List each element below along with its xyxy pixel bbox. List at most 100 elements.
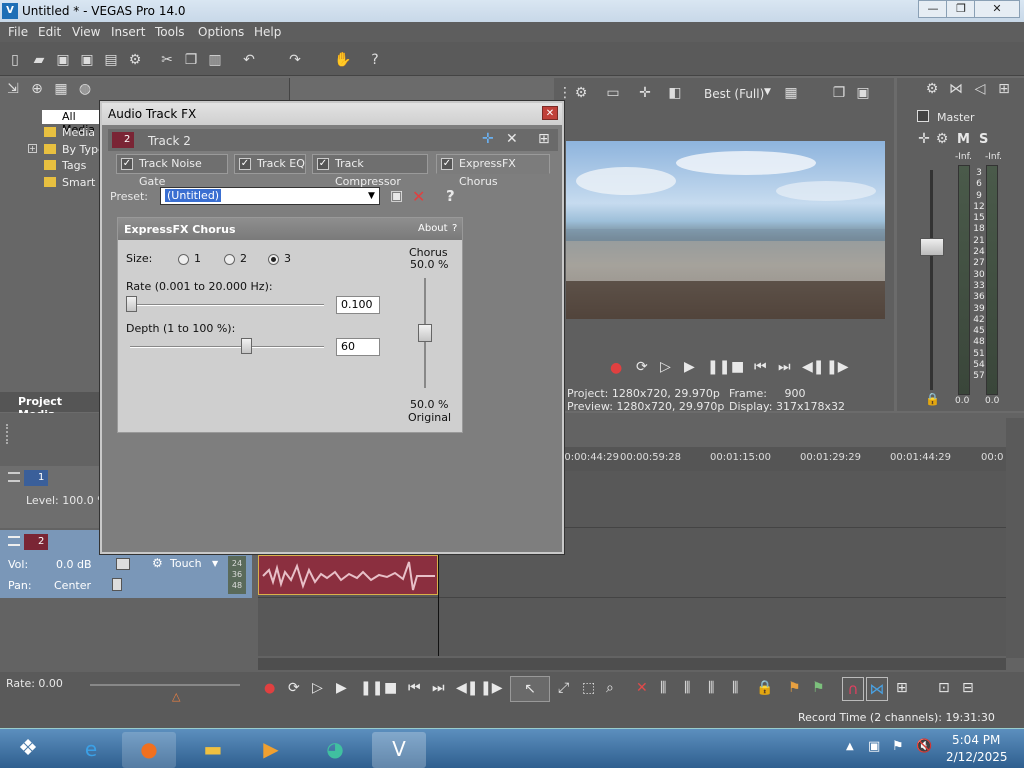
rate-slider[interactable] [90, 684, 240, 686]
checkbox-icon[interactable]: ✓ [317, 158, 329, 170]
save-snapshot-icon[interactable]: ▣ [854, 84, 872, 102]
menu-help[interactable]: Help [254, 25, 281, 39]
ignore-grouping-icon[interactable]: ⊟ [962, 680, 974, 696]
chain-tab-expressfx-chorus[interactable]: ✓ ExpressFX Chorus [436, 154, 550, 188]
fx-chain-icon[interactable]: ✛ [482, 131, 494, 147]
transport-pause-icon[interactable]: ❚❚ [360, 680, 383, 696]
pause-icon[interactable]: ❚❚ [707, 359, 730, 375]
downmix-icon[interactable]: ⋈ [947, 80, 965, 98]
properties-gear-icon[interactable]: ⚙ [126, 51, 144, 69]
ripple-edit-icon[interactable]: ⊞ [896, 680, 908, 696]
mix-slider-thumb[interactable] [418, 324, 432, 342]
track-menu-icon[interactable] [8, 536, 20, 546]
action-center-flag-icon[interactable]: ⚑ [892, 739, 904, 754]
stop-icon[interactable]: ■ [731, 359, 744, 375]
vertical-scrollbar[interactable] [1006, 418, 1024, 658]
transport-go-to-end-icon[interactable]: ⏭ [432, 680, 445, 696]
master-settings-gear-icon[interactable]: ⚙ [923, 80, 941, 98]
track-menu-icon[interactable] [8, 472, 20, 482]
start-button-windows-icon[interactable]: ❖ [4, 732, 52, 768]
go-to-end-icon[interactable]: ⏭ [778, 359, 791, 375]
trim-end-icon[interactable]: ⫼ [708, 680, 714, 696]
preset-dropdown-icon[interactable]: ▼ [368, 191, 375, 201]
transport-previous-frame-icon[interactable]: ◀❚ [456, 680, 479, 696]
depth-slider-thumb[interactable] [241, 338, 253, 354]
maximize-button[interactable]: ❐ [946, 0, 976, 18]
capture-icon[interactable]: ⊕ [28, 80, 46, 98]
split-icon[interactable]: ⫼ [732, 680, 738, 696]
trim-icon[interactable]: ⫼ [660, 680, 666, 696]
play-from-start-icon[interactable]: ▷ [660, 359, 671, 375]
marker-icon[interactable]: ⚑ [788, 680, 801, 696]
trim-start-icon[interactable]: ⫼ [684, 680, 690, 696]
menu-view[interactable]: View [72, 25, 100, 39]
preview-quality-select[interactable]: Best (Full) [704, 87, 764, 101]
rate-value-input[interactable]: 0.100 [336, 296, 380, 314]
import-icon[interactable]: ⇲ [4, 80, 22, 98]
delete-preset-icon[interactable]: ✕ [412, 187, 425, 206]
preview-settings-gear-icon[interactable]: ⚙ [572, 84, 590, 102]
network-icon[interactable]: ▣ [868, 739, 880, 754]
transport-next-frame-icon[interactable]: ❚▶ [480, 680, 503, 696]
master-fx-icon[interactable]: ✛ [915, 130, 933, 148]
volume-slider[interactable] [116, 558, 130, 570]
previous-frame-icon[interactable]: ◀❚ [802, 359, 825, 375]
master-automation-gear-icon[interactable]: ⚙ [933, 130, 951, 148]
render-icon[interactable]: ▤ [102, 51, 120, 69]
minimize-button[interactable]: — [918, 0, 948, 18]
new-icon[interactable]: ▯ [6, 51, 24, 69]
menu-insert[interactable]: Insert [111, 25, 145, 39]
checkbox-icon[interactable]: ✓ [239, 158, 251, 170]
chain-tab-noise-gate[interactable]: ✓ Track Noise Gate [116, 154, 228, 188]
preview-fx-icon[interactable]: ◧ [666, 84, 684, 102]
about-button[interactable]: About [418, 223, 448, 234]
menu-tools[interactable]: Tools [155, 25, 185, 39]
tree-item-tags[interactable]: Tags [62, 159, 86, 172]
firefox-icon[interactable]: ● [122, 732, 176, 768]
audio-event[interactable] [258, 555, 438, 595]
volume-muted-icon[interactable]: 🔇 [916, 739, 932, 754]
project-media-tab[interactable]: Project Media [0, 392, 100, 421]
menu-options[interactable]: Options [198, 25, 244, 39]
envelope-tool-icon[interactable]: ⤢ [558, 680, 569, 696]
save-as-icon[interactable]: ▣ [78, 51, 96, 69]
undo-icon[interactable]: ↶ [240, 51, 258, 69]
plugin-help-button[interactable]: ? [446, 187, 455, 205]
depth-value-input[interactable]: 60 [336, 338, 380, 356]
transport-loop-icon[interactable]: ⟳ [288, 680, 300, 696]
about-help-icon[interactable]: ? [452, 223, 457, 234]
lock-icon[interactable]: 🔒 [925, 392, 940, 406]
chain-tab-eq[interactable]: ✓ Track EQ [234, 154, 306, 174]
media-info-icon[interactable]: ◍ [76, 80, 94, 98]
media-fx-icon[interactable]: ▦ [52, 80, 70, 98]
size-radio-3[interactable] [268, 254, 279, 265]
close-button[interactable]: ✕ [974, 0, 1020, 18]
zoom-tool-icon[interactable]: ⌕ [606, 680, 614, 696]
expand-icon[interactable]: + [28, 144, 37, 153]
internet-explorer-icon[interactable]: e [64, 732, 118, 768]
overlays-grid-icon[interactable]: ▦ [782, 84, 800, 102]
master-solo-button[interactable]: S [979, 132, 988, 147]
split-screen-icon[interactable]: ✛ [636, 84, 654, 102]
depth-slider-track[interactable] [130, 346, 324, 348]
preset-select[interactable]: (Untitled) [160, 187, 380, 205]
copy-snapshot-icon[interactable]: ❐ [830, 84, 848, 102]
paste-icon[interactable]: ▥ [206, 51, 224, 69]
copy-icon[interactable]: ❐ [182, 51, 200, 69]
file-explorer-icon[interactable]: ▬ [186, 732, 240, 768]
cut-icon[interactable]: ✂ [158, 51, 176, 69]
automation-dropdown-icon[interactable]: ▼ [212, 559, 218, 568]
rate-slider-thumb[interactable] [125, 296, 137, 312]
transport-record-icon[interactable]: ● [264, 681, 275, 696]
lock-event-icon[interactable]: 🔒 [756, 680, 773, 696]
clock-time[interactable]: 5:04 PM [952, 733, 1000, 747]
pan-slider[interactable] [112, 578, 122, 591]
master-mute-button[interactable]: M [957, 132, 970, 147]
record-icon[interactable]: ● [610, 360, 622, 376]
mixer-icon[interactable]: ⊞ [995, 80, 1013, 98]
open-icon[interactable]: ▰ [30, 51, 48, 69]
remove-plugin-icon[interactable]: ✕ [506, 131, 518, 147]
loop-icon[interactable]: ⟳ [636, 359, 648, 375]
checkbox-icon[interactable]: ✓ [441, 158, 453, 170]
master-fader[interactable] [920, 238, 944, 256]
